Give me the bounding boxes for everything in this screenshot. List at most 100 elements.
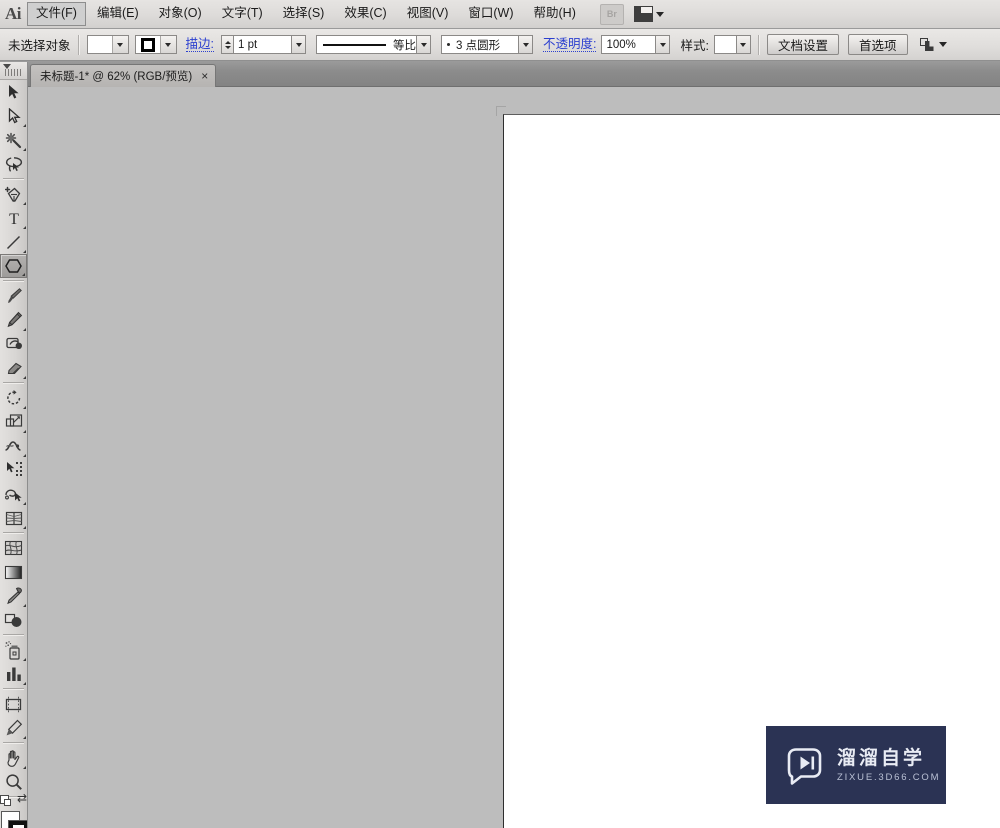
flyout-indicator-icon[interactable] bbox=[23, 202, 26, 205]
stroke-weight-dropdown-button[interactable] bbox=[291, 35, 306, 54]
flyout-indicator-icon[interactable] bbox=[23, 250, 26, 253]
flyout-indicator-icon[interactable] bbox=[23, 226, 26, 229]
bridge-launch-button[interactable]: Br bbox=[599, 3, 624, 25]
workspace-switcher-button[interactable] bbox=[633, 6, 664, 22]
menu-item-view[interactable]: 视图(V) bbox=[398, 2, 458, 26]
paintbrush-tool[interactable] bbox=[0, 284, 27, 308]
collapse-arrow-icon[interactable] bbox=[3, 64, 11, 69]
scale-tool[interactable] bbox=[0, 410, 27, 434]
flyout-indicator-icon[interactable] bbox=[23, 376, 26, 379]
canvas-area[interactable] bbox=[29, 88, 1000, 828]
fill-dropdown-button[interactable] bbox=[112, 36, 128, 53]
graphic-style-control[interactable] bbox=[713, 35, 751, 54]
menu-item-effect[interactable]: 效果(C) bbox=[335, 2, 395, 26]
artboard[interactable] bbox=[503, 114, 1000, 828]
opacity-options-link[interactable]: 不透明度: bbox=[543, 37, 597, 52]
graphic-style-swatch[interactable] bbox=[713, 35, 736, 54]
width-profile-value[interactable]: 等比 bbox=[316, 35, 416, 54]
arrange-documents-button[interactable] bbox=[919, 38, 947, 51]
brush-dot-icon bbox=[447, 43, 450, 46]
artboard-tool[interactable] bbox=[0, 692, 27, 716]
toolbar-stroke-swatch[interactable] bbox=[9, 821, 27, 828]
width-profile-dropdown-button[interactable] bbox=[416, 35, 431, 54]
stroke-color-control[interactable] bbox=[134, 35, 177, 54]
stroke-swatch[interactable] bbox=[135, 36, 161, 53]
flyout-indicator-icon[interactable] bbox=[23, 658, 26, 661]
default-fill-stroke-button[interactable] bbox=[0, 795, 11, 806]
graphic-style-dropdown-button[interactable] bbox=[735, 35, 751, 54]
blob-brush-tool[interactable] bbox=[0, 332, 27, 356]
document-tab[interactable]: 未标题-1* @ 62% (RGB/预览) × bbox=[30, 64, 217, 87]
close-icon[interactable]: × bbox=[201, 70, 208, 82]
brush-definition-value[interactable]: 3 点圆形 bbox=[441, 35, 518, 54]
magic-wand-tool[interactable] bbox=[0, 128, 27, 152]
width-profile-control[interactable]: 等比 bbox=[316, 35, 431, 54]
fill-stroke-swatches[interactable]: ⇄ bbox=[0, 792, 27, 828]
tools-panel: T ⇄ bbox=[0, 62, 28, 828]
flyout-indicator-icon[interactable] bbox=[23, 736, 26, 739]
flyout-indicator-icon[interactable] bbox=[23, 406, 26, 409]
menu-bar: Ai 文件(F) 编辑(E) 对象(O) 文字(T) 选择(S) 效果(C) 视… bbox=[0, 0, 1000, 29]
stroke-options-link[interactable]: 描边: bbox=[185, 37, 214, 52]
flyout-indicator-icon[interactable] bbox=[23, 682, 26, 685]
flyout-indicator-icon[interactable] bbox=[23, 604, 26, 607]
flyout-indicator-icon[interactable] bbox=[23, 502, 26, 505]
stroke-weight-input[interactable]: 1 pt bbox=[233, 35, 291, 54]
stroke-weight-stepper[interactable] bbox=[221, 35, 233, 54]
flyout-indicator-icon[interactable] bbox=[23, 454, 26, 457]
chevron-down-icon bbox=[165, 42, 172, 47]
column-graph-tool[interactable] bbox=[0, 662, 27, 686]
opacity-control[interactable]: 100% bbox=[601, 35, 671, 54]
brush-definition-dropdown-button[interactable] bbox=[518, 35, 533, 54]
menu-item-select[interactable]: 选择(S) bbox=[274, 2, 334, 26]
brush-definition-control[interactable]: 3 点圆形 bbox=[441, 35, 533, 54]
flyout-indicator-icon[interactable] bbox=[22, 273, 25, 276]
symbol-sprayer-tool[interactable] bbox=[0, 638, 27, 662]
stroke-weight-control[interactable]: 1 pt bbox=[221, 35, 306, 54]
perspective-grid-tool[interactable] bbox=[0, 506, 27, 530]
pencil-tool[interactable] bbox=[0, 308, 27, 332]
direct-selection-tool[interactable] bbox=[0, 104, 27, 128]
free-transform-tool[interactable] bbox=[0, 458, 27, 482]
fill-swatch[interactable] bbox=[87, 36, 113, 53]
flyout-indicator-icon[interactable] bbox=[23, 328, 26, 331]
menu-item-object[interactable]: 对象(O) bbox=[150, 2, 211, 26]
menu-item-file[interactable]: 文件(F) bbox=[27, 2, 86, 26]
fill-color-control[interactable] bbox=[86, 35, 129, 54]
lasso-tool[interactable] bbox=[0, 152, 27, 176]
rotate-tool[interactable] bbox=[0, 386, 27, 410]
hand-tool[interactable] bbox=[0, 746, 27, 770]
flyout-indicator-icon[interactable] bbox=[23, 148, 26, 151]
width-tool[interactable] bbox=[0, 434, 27, 458]
divider bbox=[3, 382, 24, 384]
flyout-indicator-icon[interactable] bbox=[23, 430, 26, 433]
opacity-input[interactable]: 100% bbox=[601, 35, 656, 54]
slice-tool[interactable] bbox=[0, 716, 27, 740]
divider bbox=[3, 280, 24, 282]
polygon-shape-tool[interactable] bbox=[0, 254, 27, 278]
menu-item-window[interactable]: 窗口(W) bbox=[459, 2, 522, 26]
eyedropper-tool[interactable] bbox=[0, 584, 27, 608]
flyout-indicator-icon[interactable] bbox=[23, 766, 26, 769]
opacity-dropdown-button[interactable] bbox=[655, 35, 671, 54]
tools-panel-grip[interactable] bbox=[0, 62, 27, 80]
menu-item-type[interactable]: 文字(T) bbox=[213, 2, 272, 26]
selection-tool[interactable] bbox=[0, 80, 27, 104]
pen-tool[interactable] bbox=[0, 182, 27, 206]
chevron-down-icon bbox=[522, 42, 529, 47]
line-segment-tool[interactable] bbox=[0, 230, 27, 254]
flyout-indicator-icon[interactable] bbox=[23, 526, 26, 529]
stroke-dropdown-button[interactable] bbox=[160, 36, 176, 53]
type-tool[interactable]: T bbox=[0, 206, 27, 230]
menu-item-edit[interactable]: 编辑(E) bbox=[88, 2, 148, 26]
document-setup-button[interactable]: 文档设置 bbox=[766, 34, 839, 55]
eraser-tool[interactable] bbox=[0, 356, 27, 380]
blend-tool[interactable] bbox=[0, 608, 27, 632]
shape-builder-tool[interactable] bbox=[0, 482, 27, 506]
flyout-indicator-icon[interactable] bbox=[23, 124, 26, 127]
preferences-button[interactable]: 首选项 bbox=[847, 34, 908, 55]
gradient-tool[interactable] bbox=[0, 560, 27, 584]
swap-fill-stroke-icon[interactable]: ⇄ bbox=[17, 792, 27, 804]
menu-item-help[interactable]: 帮助(H) bbox=[525, 2, 585, 26]
mesh-tool[interactable] bbox=[0, 536, 27, 560]
